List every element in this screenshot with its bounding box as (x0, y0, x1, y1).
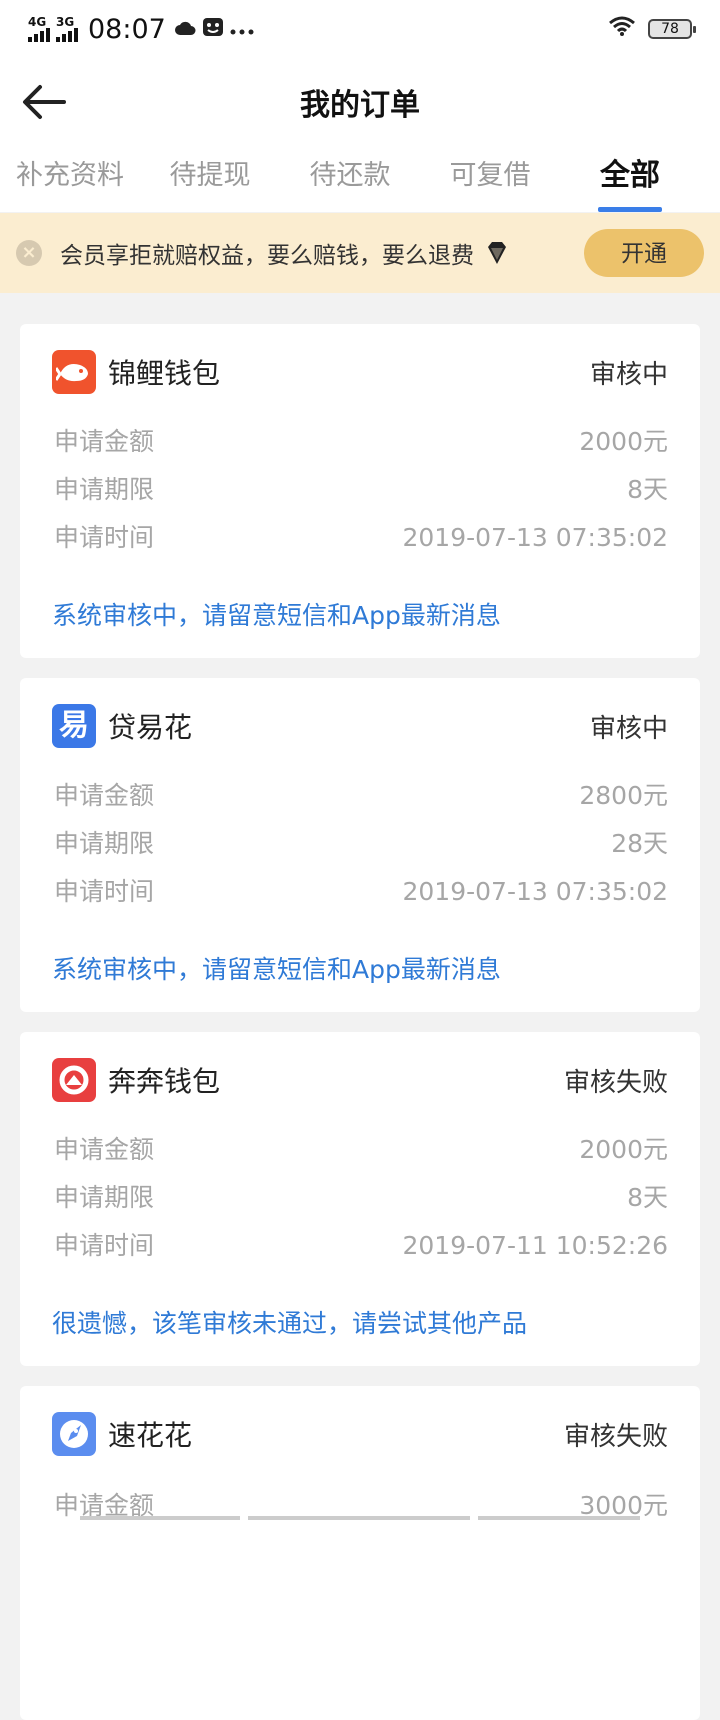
battery-icon: 78 (648, 19, 696, 39)
network-type-2: 3G (56, 15, 75, 29)
time-row: 申请时间 2019-07-13 07:35:02 (54, 518, 668, 558)
amount-label: 申请金额 (54, 1491, 155, 1520)
order-status: 审核中 (589, 359, 668, 390)
signal-4g-icon: 4G (28, 16, 50, 42)
term-row: 申请期限 8天 (54, 470, 668, 510)
product-name: 奔奔钱包 (108, 1065, 221, 1098)
daiyihua-logo-icon: 易 (52, 704, 96, 748)
close-icon[interactable]: × (16, 240, 42, 266)
home-indicator (478, 1516, 640, 1520)
time-row: 申请时间 2019-07-13 07:35:02 (54, 872, 668, 912)
amount-value: 2000元 (579, 427, 668, 456)
app-notification-icon (202, 17, 224, 42)
product-name: 速花花 (108, 1419, 193, 1452)
more-icon (230, 17, 254, 41)
amount-label: 申请金额 (54, 427, 155, 456)
battery-level: 78 (661, 21, 679, 37)
amount-label: 申请金额 (54, 781, 155, 810)
banner-text: 会员享拒就赔权益，要么赔钱，要么退费 (60, 243, 474, 269)
amount-value: 3000元 (579, 1491, 668, 1520)
time-label: 申请时间 (54, 877, 155, 906)
membership-banner: × 会员享拒就赔权益，要么赔钱，要么退费 开通 (0, 213, 720, 293)
order-status: 审核失败 (563, 1421, 668, 1452)
tab-all[interactable]: 全部 (560, 146, 700, 212)
order-card[interactable]: 速花花 审核失败 申请金额 3000元 (20, 1386, 700, 1720)
home-indicator (80, 1516, 240, 1520)
status-time: 08:07 (88, 13, 166, 45)
amount-row: 申请金额 2800元 (54, 776, 668, 816)
time-value: 2019-07-13 07:35:02 (402, 877, 668, 906)
page-title: 我的订单 (300, 88, 420, 123)
term-label: 申请期限 (54, 1183, 155, 1212)
signal-3g-icon: 3G (56, 16, 78, 42)
order-card[interactable]: 锦鲤钱包 审核中 申请金额 2000元 申请期限 8天 申请时间 2019-07… (20, 324, 700, 658)
time-row: 申请时间 2019-07-11 10:52:26 (54, 1226, 668, 1266)
amount-label: 申请金额 (54, 1135, 155, 1164)
term-row: 申请期限 8天 (54, 1178, 668, 1218)
activate-membership-button[interactable]: 开通 (584, 229, 704, 277)
term-value: 8天 (627, 475, 668, 504)
suhuahua-logo-icon (52, 1412, 96, 1456)
home-indicator (248, 1516, 470, 1520)
order-message: 系统审核中，请留意短信和App最新消息 (52, 601, 501, 630)
time-label: 申请时间 (54, 1231, 155, 1260)
cloud-icon (174, 17, 196, 41)
tab-supplement-info[interactable]: 补充资料 (0, 146, 140, 212)
order-message: 很遗憾，该笔审核未通过，请尝试其他产品 (52, 1309, 528, 1338)
term-label: 申请期限 (54, 475, 155, 504)
order-message: 系统审核中，请留意短信和App最新消息 (52, 955, 501, 984)
koi-wallet-logo-icon (52, 350, 96, 394)
amount-value: 2000元 (579, 1135, 668, 1164)
term-label: 申请期限 (54, 829, 155, 858)
order-card[interactable]: 奔奔钱包 审核失败 申请金额 2000元 申请期限 8天 申请时间 2019-0… (20, 1032, 700, 1366)
order-tabs: 补充资料 待提现 待还款 可复借 全部 (0, 146, 720, 212)
time-value: 2019-07-11 10:52:26 (402, 1231, 668, 1260)
wifi-icon (608, 14, 636, 44)
term-value: 8天 (627, 1183, 668, 1212)
network-type-1: 4G (28, 15, 47, 29)
benben-wallet-logo-icon (52, 1058, 96, 1102)
time-label: 申请时间 (54, 523, 155, 552)
time-value: 2019-07-13 07:35:02 (402, 523, 668, 552)
product-name: 贷易花 (108, 711, 193, 744)
tab-reborrowable[interactable]: 可复借 (420, 146, 560, 212)
diamond-icon (488, 242, 506, 264)
amount-value: 2800元 (579, 781, 668, 810)
amount-row: 申请金额 2000元 (54, 1130, 668, 1170)
tab-pending-repayment[interactable]: 待还款 (280, 146, 420, 212)
tab-pending-withdrawal[interactable]: 待提现 (140, 146, 280, 212)
status-bar: 4G 3G 08:07 78 (0, 0, 720, 58)
order-status: 审核失败 (563, 1067, 668, 1098)
term-value: 28天 (611, 829, 668, 858)
amount-row: 申请金额 3000元 (54, 1486, 668, 1526)
order-card[interactable]: 易 贷易花 审核中 申请金额 2800元 申请期限 28天 申请时间 2019-… (20, 678, 700, 1012)
term-row: 申请期限 28天 (54, 824, 668, 864)
nav-bar: 我的订单 (0, 58, 720, 146)
product-name: 锦鲤钱包 (108, 357, 221, 390)
order-status: 审核中 (589, 713, 668, 744)
amount-row: 申请金额 2000元 (54, 422, 668, 462)
logo-glyph: 易 (59, 708, 89, 743)
